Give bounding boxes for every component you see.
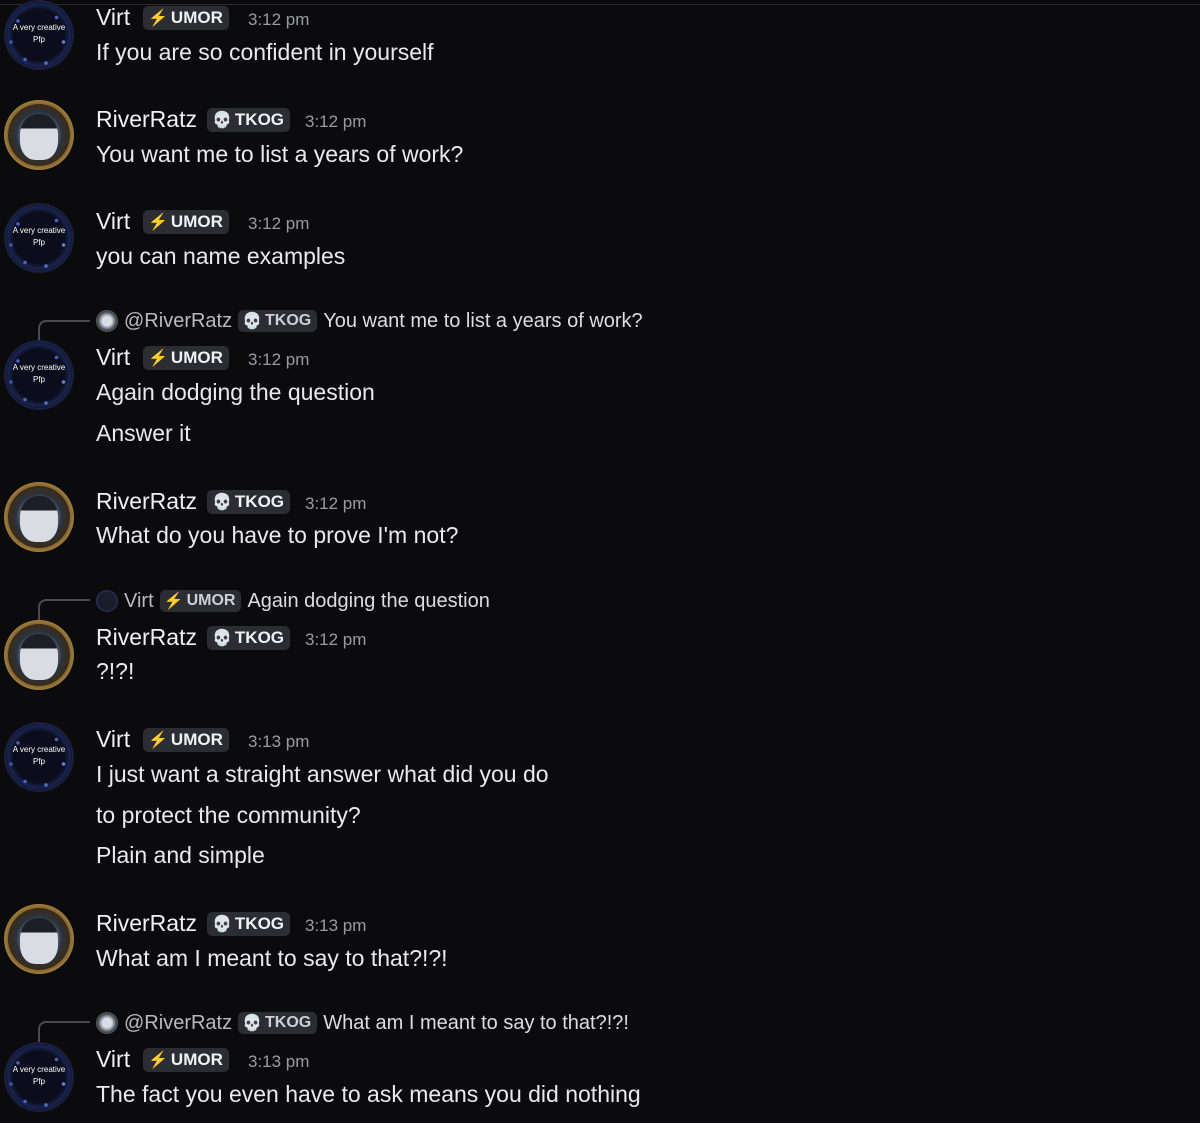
role-tag[interactable]: ⚡ UMOR [143, 1048, 229, 1072]
username[interactable]: Virt [96, 1046, 130, 1073]
message-text: The fact you even have to ask means you … [96, 1081, 641, 1107]
timestamp: 3:12 pm [248, 214, 310, 233]
reply-connector [38, 599, 90, 621]
message-text: Answer it [96, 420, 191, 446]
reply-preview[interactable]: Virt ⚡ UMOR Again dodging the question [96, 588, 490, 614]
reply-avatar [96, 590, 118, 612]
reply-avatar [96, 1012, 118, 1034]
avatar[interactable] [4, 482, 74, 552]
timestamp: 3:13 pm [248, 732, 310, 751]
skull-icon: 💀 [212, 112, 232, 129]
reply-connector [38, 320, 90, 342]
role-tag[interactable]: ⚡ UMOR [143, 6, 229, 30]
lightning-bolt-icon: ⚡ [148, 350, 168, 367]
username[interactable]: RiverRatz [96, 488, 197, 515]
avatar[interactable] [4, 904, 74, 974]
reply-role-tag: ⚡ UMOR [159, 590, 242, 612]
role-tag[interactable]: 💀 TKOG [207, 626, 291, 650]
timestamp: 3:13 pm [248, 1052, 310, 1071]
username[interactable]: Virt [96, 208, 130, 235]
role-tag[interactable]: ⚡ UMOR [143, 728, 229, 752]
role-tag[interactable]: ⚡ UMOR [143, 346, 229, 370]
reply-text[interactable]: You want me to list a years of work? [323, 310, 642, 333]
avatar[interactable] [4, 100, 74, 170]
message-text: I just want a straight answer what did y… [96, 761, 549, 787]
top-divider [0, 4, 1200, 5]
skull-icon: 💀 [212, 630, 232, 647]
message-text: You want me to list a years of work? [96, 141, 464, 167]
avatar-caption: A very creative Pfp [12, 23, 66, 44]
message-text: Again dodging the question [96, 379, 375, 405]
message-text: you can name examples [96, 243, 346, 269]
skull-icon: 💀 [212, 494, 232, 511]
reply-connector [38, 1021, 90, 1043]
reply-preview[interactable]: @RiverRatz 💀 TKOG What am I meant to say … [96, 1010, 629, 1036]
skull-icon: 💀 [212, 916, 232, 933]
avatar-frame [4, 482, 74, 552]
message-text: If you are so confident in yourself [96, 39, 434, 65]
avatar-caption: A very creative Pfp [12, 745, 66, 766]
avatar[interactable]: A very creative Pfp [4, 0, 74, 70]
timestamp: 3:12 pm [305, 630, 367, 649]
timestamp: 3:12 pm [248, 350, 310, 369]
skull-icon: 💀 [242, 1015, 263, 1032]
lightning-bolt-icon: ⚡ [148, 1052, 168, 1069]
username[interactable]: Virt [96, 344, 130, 371]
message-text: ?!?! [96, 658, 135, 684]
role-tag[interactable]: 💀 TKOG [207, 108, 291, 132]
skull-icon: 💀 [242, 313, 263, 330]
avatar[interactable]: A very creative Pfp [4, 722, 74, 792]
reply-avatar [96, 310, 118, 332]
timestamp: 3:13 pm [305, 916, 367, 935]
avatar-caption: A very creative Pfp [12, 363, 66, 384]
username[interactable]: RiverRatz [96, 624, 197, 651]
lightning-bolt-icon: ⚡ [163, 593, 184, 610]
avatar[interactable]: A very creative Pfp [4, 203, 74, 273]
reply-text[interactable]: Again dodging the question [247, 590, 489, 613]
avatar-caption: A very creative Pfp [12, 1065, 66, 1086]
username[interactable]: Virt [96, 726, 130, 753]
avatar[interactable] [4, 620, 74, 690]
role-tag[interactable]: ⚡ UMOR [143, 210, 229, 234]
username[interactable]: RiverRatz [96, 106, 197, 133]
reply-username[interactable]: @RiverRatz [124, 1012, 232, 1035]
reply-preview[interactable]: @RiverRatz 💀 TKOG You want me to list a y… [96, 308, 643, 334]
avatar-frame [4, 904, 74, 974]
role-tag[interactable]: 💀 TKOG [207, 912, 291, 936]
avatar-frame [4, 100, 74, 170]
username[interactable]: Virt [96, 4, 130, 31]
reply-role-tag: 💀 TKOG [238, 1012, 318, 1034]
lightning-bolt-icon: ⚡ [148, 214, 168, 231]
avatar[interactable]: A very creative Pfp [4, 1042, 74, 1112]
reply-text[interactable]: What am I meant to say to that?!?! [323, 1012, 629, 1035]
timestamp: 3:12 pm [305, 494, 367, 513]
lightning-bolt-icon: ⚡ [148, 10, 168, 27]
message-text: Plain and simple [96, 842, 265, 868]
avatar-caption: A very creative Pfp [12, 226, 66, 247]
reply-username[interactable]: Virt [124, 590, 154, 613]
role-tag[interactable]: 💀 TKOG [207, 490, 291, 514]
reply-username[interactable]: @RiverRatz [124, 310, 232, 333]
avatar-frame [4, 620, 74, 690]
reply-role-tag: 💀 TKOG [238, 310, 318, 332]
timestamp: 3:12 pm [248, 10, 310, 29]
username[interactable]: RiverRatz [96, 910, 197, 937]
lightning-bolt-icon: ⚡ [148, 732, 168, 749]
message-text: What do you have to prove I'm not? [96, 522, 459, 548]
message-text: to protect the community? [96, 802, 361, 828]
avatar[interactable]: A very creative Pfp [4, 340, 74, 410]
message-text: What am I meant to say to that?!?! [96, 945, 448, 971]
timestamp: 3:12 pm [305, 112, 367, 131]
